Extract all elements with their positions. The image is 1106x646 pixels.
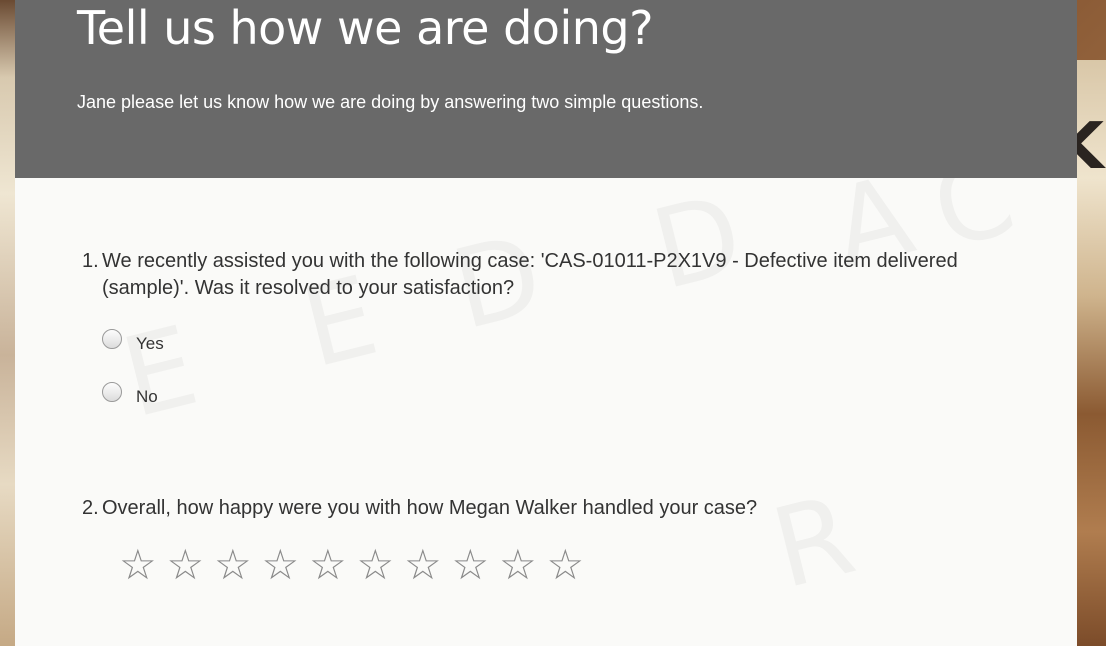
star-rating: ☆ ☆ ☆ ☆ ☆ ☆ ☆ ☆ ☆ ☆ — [119, 540, 594, 590]
star-icon[interactable]: ☆ — [262, 540, 310, 590]
radio-no[interactable] — [102, 382, 122, 402]
page-subtitle: Jane please let us know how we are doing… — [77, 92, 704, 112]
star-icon[interactable]: ☆ — [404, 540, 452, 590]
star-icon[interactable]: ☆ — [452, 540, 500, 590]
option-no[interactable]: No — [102, 381, 158, 407]
star-icon[interactable]: ☆ — [309, 540, 357, 590]
option-no-label: No — [136, 387, 158, 406]
star-icon[interactable]: ☆ — [214, 540, 262, 590]
star-icon[interactable]: ☆ — [119, 540, 167, 590]
option-yes-label: Yes — [136, 334, 164, 353]
star-icon[interactable]: ☆ — [357, 540, 405, 590]
star-icon[interactable]: ☆ — [499, 540, 547, 590]
question-1-number: 1. — [82, 250, 99, 272]
question-2: 2. Overall, how happy were you with how … — [82, 495, 1022, 522]
page-title: Tell us how we are doing? — [77, 1, 654, 55]
question-1-text: We recently assisted you with the follow… — [102, 250, 958, 299]
background-wood-left — [0, 0, 15, 646]
survey-card: E E D D A C R Tell us how we are doing? … — [15, 0, 1077, 646]
radio-yes[interactable] — [102, 329, 122, 349]
survey-header: Tell us how we are doing? Jane please le… — [15, 0, 1077, 178]
star-icon[interactable]: ☆ — [547, 540, 595, 590]
question-2-number: 2. — [82, 497, 99, 519]
question-2-text: Overall, how happy were you with how Meg… — [102, 497, 758, 519]
option-yes[interactable]: Yes — [102, 328, 164, 354]
star-icon[interactable]: ☆ — [167, 540, 215, 590]
question-1: 1. We recently assisted you with the fol… — [82, 248, 1022, 302]
